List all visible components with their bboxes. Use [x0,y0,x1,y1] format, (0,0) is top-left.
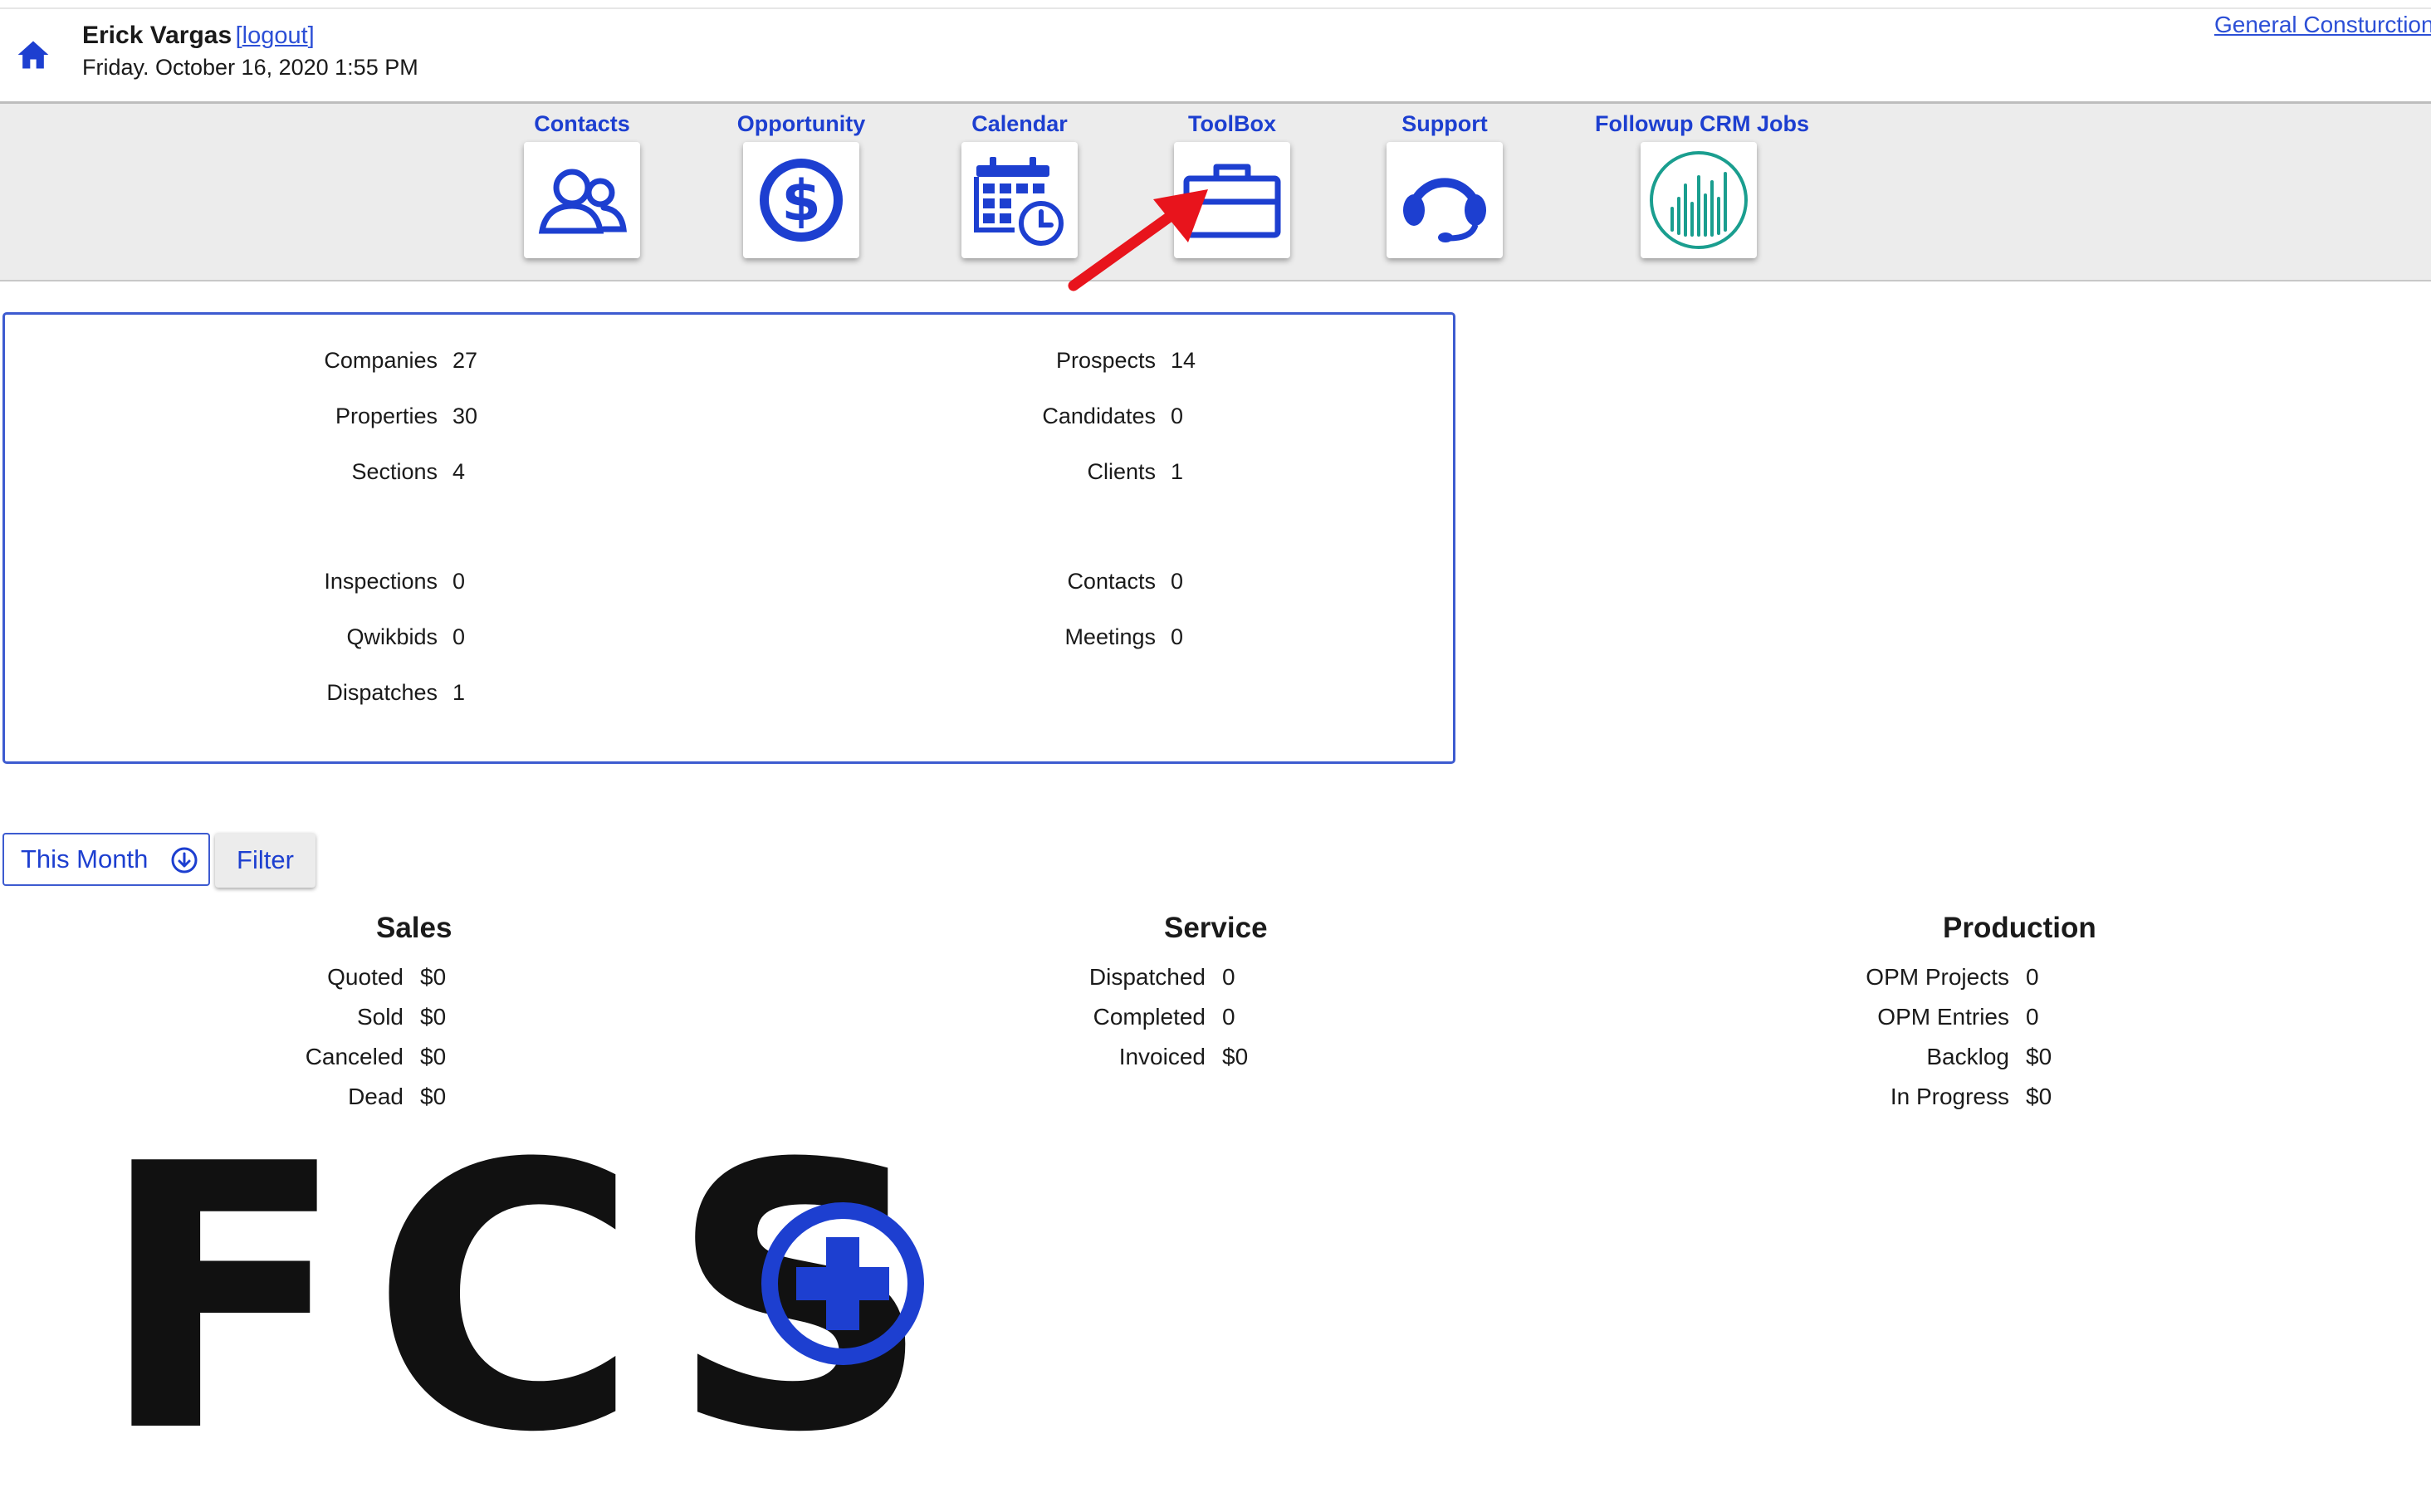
stats-panel: Companies 27 Properties 30 Sections 4 Inspe… [2,312,1455,764]
chevron-down-circle-icon [171,847,198,873]
nav-support-label: Support [1401,111,1488,136]
nav-toolbox-label: ToolBox [1188,111,1276,136]
user-name: Erick Vargas [82,22,232,49]
service-row-dispatched: Dispatched 0 [1088,964,1235,990]
stat-qwikbids: Qwikbids 0 [346,624,466,649]
service-row-invoiced: Invoiced $0 [1118,1044,1249,1069]
nav-followup-crm-jobs[interactable]: Followup CRM Jobs [1595,109,1809,258]
nav-followup-tile[interactable] [1641,142,1757,258]
period-select[interactable]: This Month [2,833,210,886]
plus-circle-icon [761,1202,924,1365]
sales-row-quoted: Quoted $0 [327,964,447,990]
stat-candidates: Candidates 0 [1042,404,1184,428]
production-row-backlog: Backlog $0 [1926,1044,2052,1069]
nav-opportunity-label: Opportunity [736,111,866,136]
nav-calendar-label: Calendar [971,111,1068,136]
service-title: Service [1164,912,1268,944]
service-row-completed: Completed 0 [1093,1004,1235,1030]
current-datetime: Friday. October 16, 2020 1:55 PM [82,55,418,80]
contacts-icon [538,169,627,234]
sales-title: Sales [376,912,452,944]
home-icon[interactable] [15,37,51,73]
main-toolbar: Contacts Opportunity $ Calendar ToolBox … [0,101,2431,281]
production-title: Production [1943,912,2096,944]
logout-wrapper: [logout] [235,22,315,49]
nav-support[interactable]: Support [1387,109,1503,258]
calendar-clock-icon [974,157,1064,246]
stat-clients: Clients 1 [1087,459,1184,484]
top-divider [0,0,2431,9]
stat-contacts: Contacts 0 [1067,569,1184,594]
nav-support-tile[interactable] [1387,142,1503,258]
nav-contacts-label: Contacts [534,111,630,136]
stat-properties: Properties 30 [335,404,478,428]
production-row-opm-projects: OPM Projects 0 [1866,964,2039,990]
nav-calendar[interactable]: Calendar [961,109,1078,258]
dollar-icon: $ [760,159,843,242]
production-row-in-progress: In Progress $0 [1890,1084,2052,1109]
annotation-arrow [1068,189,1208,291]
nav-contacts[interactable]: Contacts [524,109,640,258]
company-link[interactable]: General Consturction [2214,12,2431,38]
nav-opportunity-tile[interactable]: $ [743,142,859,258]
stat-prospects: Prospects 14 [1055,348,1196,373]
stat-meetings: Meetings 0 [1064,624,1184,649]
sales-row-sold: Sold $0 [356,1004,447,1030]
stat-companies: Companies 27 [324,348,478,373]
stat-sections: Sections 4 [351,459,466,484]
period-selected-value: This Month [21,844,149,873]
stat-inspections: Inspections 0 [324,569,466,594]
filter-button[interactable]: Filter [215,833,315,888]
headset-icon [1403,178,1486,242]
production-row-opm-entries: OPM Entries 0 [1877,1004,2039,1030]
sales-row-canceled: Canceled $0 [305,1044,447,1069]
nav-contacts-tile[interactable] [524,142,640,258]
followup-chart-icon [1650,151,1748,249]
user-info: Erick Vargas [logout] Friday. October 16… [82,22,418,81]
stat-dispatches: Dispatches 1 [326,680,466,705]
nav-followup-label: Followup CRM Jobs [1595,111,1809,136]
nav-calendar-tile[interactable] [961,142,1078,258]
svg-text:$: $ [781,169,820,234]
nav-opportunity[interactable]: Opportunity $ [731,109,872,258]
logout-link[interactable]: logout [242,22,308,49]
